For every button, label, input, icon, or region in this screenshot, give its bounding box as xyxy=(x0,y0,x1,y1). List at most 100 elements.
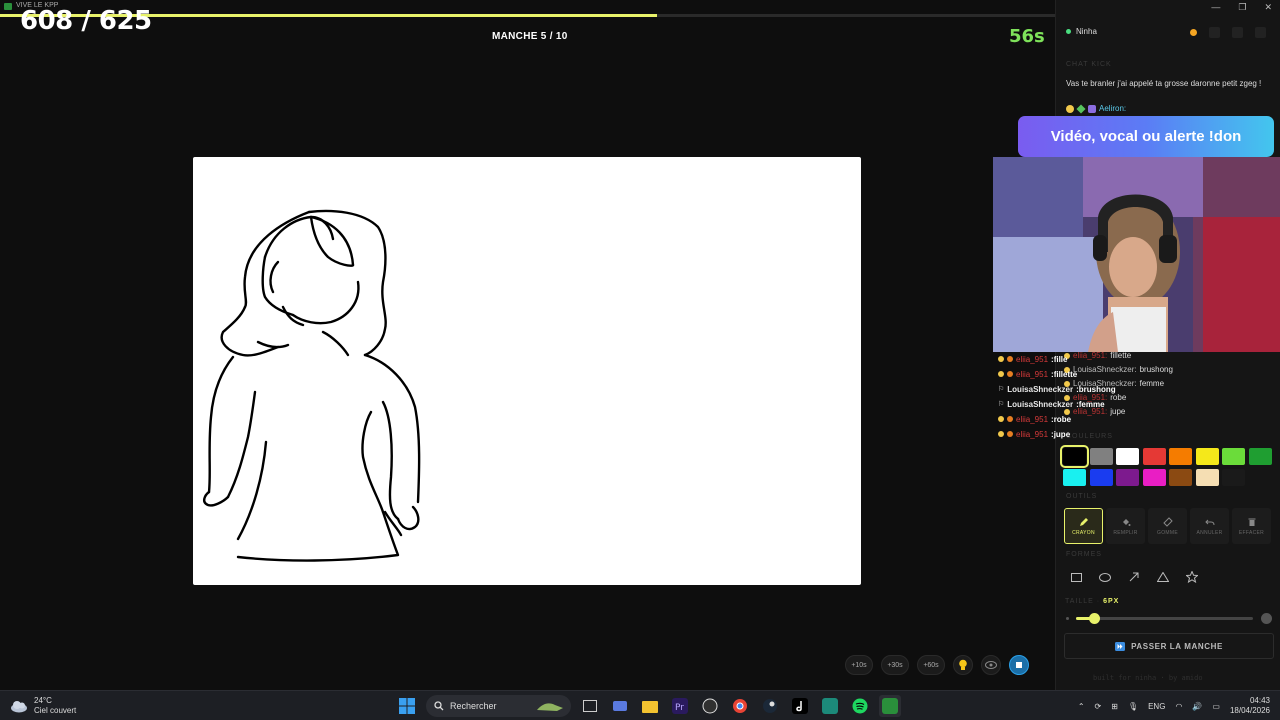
badge-icon xyxy=(1007,431,1013,437)
add-60s-button[interactable]: +60s xyxy=(917,655,945,675)
add-10s-button[interactable]: +10s xyxy=(845,655,873,675)
steam-app[interactable] xyxy=(759,695,781,717)
color-swatch[interactable] xyxy=(1248,448,1272,465)
color-swatch[interactable] xyxy=(1060,445,1089,468)
widgets-icon xyxy=(613,701,627,711)
stop-button[interactable] xyxy=(1009,655,1029,675)
maximize-button[interactable]: ❐ xyxy=(1238,2,1246,13)
guess-user: eliia_951 xyxy=(1016,369,1049,379)
guess-user: eliia_951 xyxy=(1016,354,1049,364)
steam-icon xyxy=(763,699,777,713)
script-app[interactable] xyxy=(819,695,841,717)
volume-icon[interactable]: 🔊 xyxy=(1192,702,1202,711)
size-slider-thumb[interactable] xyxy=(1088,613,1100,624)
weather-temp: 24°C xyxy=(34,696,52,705)
color-swatch[interactable] xyxy=(1142,448,1166,465)
language-indicator[interactable]: ENG xyxy=(1148,702,1165,711)
premiere-app[interactable]: Pr xyxy=(669,695,691,717)
minimize-button[interactable]: — xyxy=(1211,2,1220,13)
guess-word: :femme xyxy=(1076,399,1105,409)
panel-icons xyxy=(1190,27,1266,38)
triangle-shape-button[interactable] xyxy=(1153,567,1173,587)
shape-bar xyxy=(1066,567,1202,587)
guess-row: ⚐ LouisaShneckzer:brushong xyxy=(998,382,1116,396)
eraser-tool[interactable]: GOMME xyxy=(1148,508,1187,544)
trash-icon xyxy=(1248,518,1255,526)
clock[interactable]: 04:43 18/04/2026 xyxy=(1230,696,1270,716)
badge-icon xyxy=(1066,104,1074,113)
premiere-icon: Pr xyxy=(672,698,688,714)
star-shape-button[interactable] xyxy=(1182,567,1202,587)
color-swatch[interactable] xyxy=(1169,448,1192,465)
badge-icon xyxy=(1088,104,1096,113)
widgets-app[interactable] xyxy=(609,695,631,717)
size-max-icon xyxy=(1261,613,1272,624)
color-swatch[interactable] xyxy=(1089,469,1113,486)
add-30s-button[interactable]: +30s xyxy=(881,655,909,675)
guess-row: eliia_951:fille xyxy=(998,352,1067,366)
size-slider[interactable] xyxy=(1076,613,1253,624)
timer-display: 56s xyxy=(1009,26,1045,47)
undo-tool[interactable]: ANNULER xyxy=(1190,508,1229,544)
clear-tool[interactable]: EFFACER xyxy=(1232,508,1271,544)
layout-icon[interactable] xyxy=(1209,27,1220,38)
shapes-label: FORMES xyxy=(1066,551,1102,558)
chrome-app[interactable] xyxy=(729,695,751,717)
color-swatch[interactable] xyxy=(1089,448,1113,465)
arrow-shape-button[interactable] xyxy=(1124,567,1144,587)
color-swatch[interactable] xyxy=(1063,469,1086,486)
kpp-icon xyxy=(882,698,898,714)
color-swatch[interactable] xyxy=(1222,448,1245,465)
task-view-button[interactable] xyxy=(579,695,601,717)
close-button[interactable]: ✕ xyxy=(1264,2,1272,13)
tiktok-app[interactable] xyxy=(789,695,811,717)
size-label-row: TAILLE · 6PX xyxy=(1065,598,1120,605)
round-progress-bar xyxy=(0,14,1055,17)
reveal-button[interactable] xyxy=(981,655,1001,675)
chevron-up-icon[interactable]: ⌃ xyxy=(1078,702,1085,711)
eraser-tool-label: GOMME xyxy=(1157,529,1178,536)
color-swatch[interactable] xyxy=(1116,469,1139,486)
ellipse-shape-button[interactable] xyxy=(1095,567,1115,587)
settings-icon[interactable] xyxy=(1232,27,1243,38)
rectangle-shape-button[interactable] xyxy=(1066,567,1086,587)
microphone-icon[interactable]: 🎙 xyxy=(1128,702,1138,711)
ghost-guess-user: eliia_951: xyxy=(1073,351,1108,360)
explorer-app[interactable] xyxy=(639,695,661,717)
system-tray: ⌃ ⟳ ⊞ 🎙 ENG ◠ 🔊 ▭ 04:43 18/04/2026 xyxy=(1078,696,1270,716)
pencil-tool[interactable]: CRAYON xyxy=(1064,508,1103,544)
username: Ninha xyxy=(1076,27,1097,36)
weather-widget[interactable]: 24°C Ciel couvert xyxy=(10,696,76,716)
obs-app[interactable] xyxy=(699,695,721,717)
fill-tool[interactable]: REMPLIR xyxy=(1106,508,1145,544)
battery-icon[interactable]: ▭ xyxy=(1212,702,1220,711)
clock-time: 04:43 xyxy=(1249,696,1270,705)
color-swatch[interactable] xyxy=(1142,469,1166,486)
app-icon xyxy=(4,3,12,10)
color-swatch[interactable] xyxy=(1195,469,1219,486)
taskbar-search[interactable]: Rechercher xyxy=(426,695,571,717)
tools-label: OUTILS xyxy=(1066,493,1098,500)
color-swatch[interactable] xyxy=(1116,448,1139,465)
menu-icon[interactable] xyxy=(1255,27,1266,38)
pencil-tool-label: CRAYON xyxy=(1072,529,1095,536)
tool-bar: CRAYON REMPLIR GOMME ANNULER EFFACER xyxy=(1064,508,1271,544)
color-swatch[interactable] xyxy=(1169,469,1192,486)
tray-app-icon[interactable]: ⟳ xyxy=(1095,702,1102,711)
kpp-app[interactable] xyxy=(879,695,901,717)
start-button[interactable] xyxy=(396,695,418,717)
drawing-canvas[interactable] xyxy=(193,157,861,585)
flag-icon: ⚐ xyxy=(998,386,1005,393)
size-value: 6PX xyxy=(1103,598,1120,605)
wifi-icon[interactable]: ◠ xyxy=(1175,702,1182,711)
color-swatch[interactable] xyxy=(1222,469,1245,486)
color-swatch[interactable] xyxy=(1195,448,1219,465)
drawing-strokes xyxy=(202,209,421,562)
skip-round-button[interactable]: PASSER LA MANCHE xyxy=(1064,633,1274,659)
star-icon xyxy=(1186,571,1198,583)
tray-app-icon[interactable]: ⊞ xyxy=(1111,702,1118,711)
spotify-app[interactable] xyxy=(849,695,871,717)
coin-icon[interactable] xyxy=(1190,29,1197,36)
weather-desc: Ciel couvert xyxy=(34,706,77,715)
hint-button[interactable] xyxy=(953,655,973,675)
